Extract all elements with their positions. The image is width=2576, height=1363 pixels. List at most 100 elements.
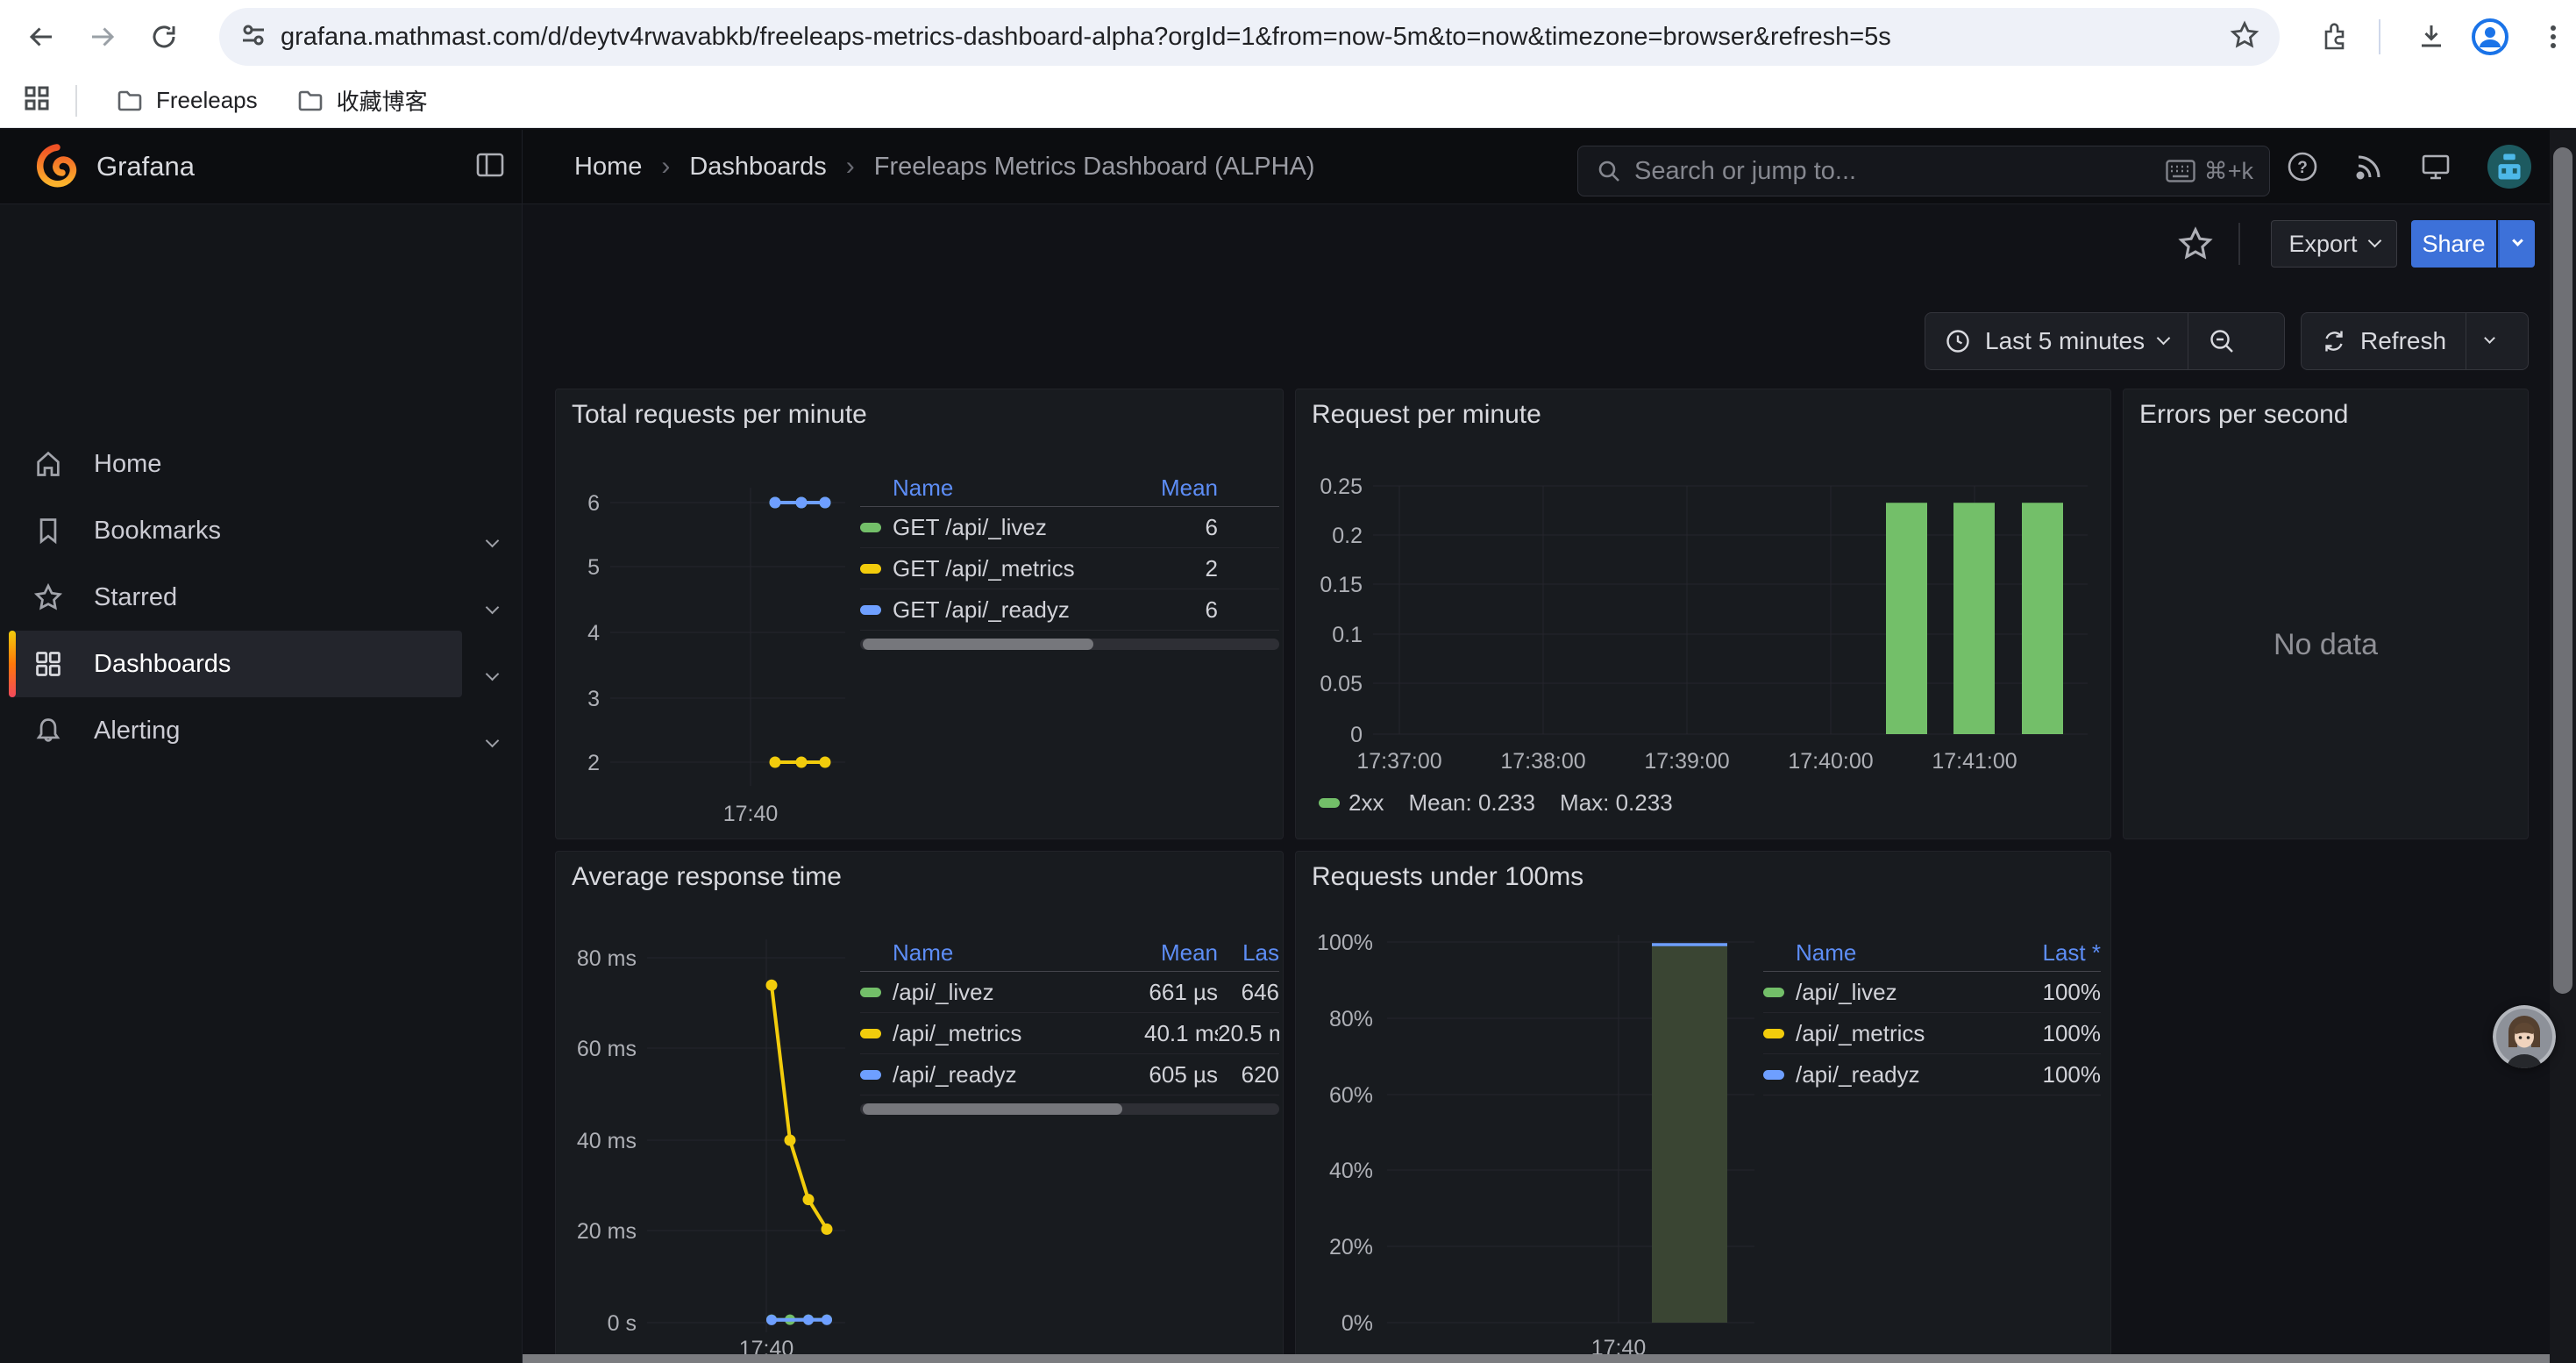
series-color-pill bbox=[860, 988, 881, 997]
sidebar-item-alerting[interactable]: Alerting bbox=[0, 697, 523, 764]
refresh-icon bbox=[2321, 328, 2347, 354]
refresh-button[interactable]: Refresh bbox=[2302, 313, 2466, 369]
series-color-pill bbox=[860, 564, 881, 574]
bar bbox=[1886, 503, 1927, 734]
grafana-logo[interactable] bbox=[33, 141, 81, 193]
bar-chart[interactable]: 0.250.20.150.10.05017:37:0017:38:0017:39… bbox=[1296, 389, 2111, 839]
legend-inline[interactable]: 2xx Mean: 0.233 Max: 0.233 bbox=[1319, 789, 1697, 817]
time-range-group: Last 5 minutes bbox=[1925, 312, 2285, 370]
data-point bbox=[766, 980, 778, 991]
series-value: 100% bbox=[2022, 1061, 2101, 1088]
series-color-pill bbox=[1763, 1029, 1784, 1038]
extensions-icon[interactable] bbox=[2312, 14, 2358, 60]
back-arrow-icon[interactable] bbox=[18, 14, 64, 60]
site-settings-icon[interactable] bbox=[238, 20, 268, 54]
series-color-pill bbox=[1763, 988, 1784, 997]
panel-title[interactable]: Total requests per minute bbox=[572, 400, 867, 430]
legend-row[interactable]: /api/_metrics100% bbox=[1763, 1013, 2101, 1054]
breadcrumb-home[interactable]: Home bbox=[574, 153, 642, 182]
profile-icon[interactable] bbox=[2467, 14, 2513, 60]
axis-tick: 20% bbox=[1329, 1235, 1373, 1260]
url-text: grafana.mathmast.com/d/deytv4rwavabkb/fr… bbox=[281, 23, 2229, 52]
legend-scrollbar[interactable] bbox=[860, 1103, 1279, 1115]
legend-header[interactable]: NameMeanLas bbox=[860, 935, 1279, 972]
legend-row[interactable]: /api/_readyz605 µs620 bbox=[860, 1054, 1279, 1095]
no-data-message: No data bbox=[2124, 628, 2528, 662]
forward-arrow-icon[interactable] bbox=[80, 14, 125, 60]
data-point bbox=[796, 497, 808, 509]
address-bar[interactable]: grafana.mathmast.com/d/deytv4rwavabkb/fr… bbox=[219, 8, 2280, 66]
series-label: /api/_readyz bbox=[1796, 1061, 2022, 1088]
legend-row[interactable]: GET /api/_readyz6 bbox=[860, 589, 1279, 631]
browser-toolbar: grafana.mathmast.com/d/deytv4rwavabkb/fr… bbox=[0, 0, 2576, 74]
chevron-down-icon[interactable] bbox=[487, 657, 497, 686]
chevron-down-icon[interactable] bbox=[487, 524, 497, 553]
export-button[interactable]: Export bbox=[2271, 220, 2397, 268]
bookmark-folder-freeleaps[interactable]: Freeleaps bbox=[116, 87, 258, 115]
bookmark-icon bbox=[33, 516, 63, 546]
panel-title[interactable]: Requests under 100ms bbox=[1312, 862, 1583, 892]
home-icon bbox=[33, 449, 63, 479]
legend-row[interactable]: /api/_livez661 µs646 bbox=[860, 972, 1279, 1013]
chevron-down-icon[interactable] bbox=[487, 590, 497, 619]
legend-row[interactable]: /api/_readyz100% bbox=[1763, 1054, 2101, 1095]
time-range-picker[interactable]: Last 5 minutes bbox=[1925, 313, 2188, 369]
refresh-interval-dropdown[interactable] bbox=[2466, 313, 2513, 369]
panel-title[interactable]: Average response time bbox=[572, 862, 842, 892]
reload-icon[interactable] bbox=[141, 14, 187, 60]
panel-title[interactable]: Errors per second bbox=[2139, 400, 2348, 430]
legend-row[interactable]: GET /api/_metrics2 bbox=[860, 548, 1279, 589]
apps-grid-icon[interactable] bbox=[23, 84, 51, 117]
screen-icon[interactable] bbox=[2413, 144, 2459, 189]
keyboard-icon bbox=[2166, 160, 2195, 182]
series-label: GET /api/_metrics bbox=[893, 555, 1144, 582]
sidebar-item-starred[interactable]: Starred bbox=[0, 564, 523, 631]
sidebar-item-home[interactable]: Home bbox=[0, 431, 523, 497]
panel-average-response-time: Average response time 80 ms60 ms40 ms20 … bbox=[555, 851, 1284, 1363]
legend-row[interactable]: /api/_livez100% bbox=[1763, 972, 2101, 1013]
sidebar-item-dashboards[interactable]: Dashboards bbox=[0, 631, 523, 697]
bookmark-folder-blogs[interactable]: 收藏博客 bbox=[296, 84, 428, 117]
series-label[interactable]: 2xx bbox=[1348, 789, 1384, 817]
breadcrumb-current: Freeleaps Metrics Dashboard (ALPHA) bbox=[874, 153, 1315, 182]
share-button[interactable]: Share bbox=[2411, 220, 2496, 268]
axis-tick: 17:38:00 bbox=[1500, 749, 1585, 774]
axis-tick: 100% bbox=[1317, 931, 1373, 955]
bar-chart[interactable]: 100%80%60%40%20%0%17:40 bbox=[1296, 852, 2111, 1363]
breadcrumb-dashboards[interactable]: Dashboards bbox=[689, 153, 826, 182]
legend-row[interactable]: GET /api/_livez6 bbox=[860, 507, 1279, 548]
data-point bbox=[803, 1315, 814, 1325]
sidebar-item-bookmarks[interactable]: Bookmarks bbox=[0, 497, 523, 564]
series-value: 646 bbox=[1218, 979, 1279, 1006]
panel-title[interactable]: Request per minute bbox=[1312, 400, 1541, 430]
sidebar: Home Bookmarks Starred Dashboards Alerti… bbox=[0, 204, 523, 1363]
legend-row[interactable]: /api/_metrics40.1 ms20.5 m bbox=[860, 1013, 1279, 1054]
help-icon[interactable]: ? bbox=[2280, 144, 2325, 189]
axis-tick: 3 bbox=[587, 687, 600, 711]
sidebar-toggle-icon[interactable] bbox=[473, 148, 507, 186]
axis-tick: 40 ms bbox=[577, 1129, 637, 1153]
star-dashboard-icon[interactable] bbox=[2176, 225, 2215, 268]
chevron-down-icon[interactable] bbox=[487, 724, 497, 753]
share-dropdown-button[interactable] bbox=[2498, 220, 2535, 268]
legend-scrollbar[interactable] bbox=[860, 639, 1279, 650]
user-avatar[interactable] bbox=[2487, 144, 2532, 189]
menu-kebab-icon[interactable] bbox=[2530, 14, 2576, 60]
active-item-accent-bar bbox=[9, 631, 16, 697]
search-placeholder: Search or jump to... bbox=[1634, 157, 1856, 186]
bookmark-star-icon[interactable] bbox=[2229, 19, 2260, 55]
zoom-out-time-button[interactable] bbox=[2188, 313, 2255, 369]
assistant-avatar[interactable] bbox=[2493, 1005, 2556, 1068]
series-label: /api/_livez bbox=[893, 979, 1144, 1006]
legend-header[interactable]: NameMean bbox=[860, 470, 1279, 507]
legend-header[interactable]: NameLast * bbox=[1763, 935, 2101, 972]
news-rss-icon[interactable] bbox=[2346, 144, 2392, 189]
download-icon[interactable] bbox=[2409, 14, 2454, 60]
search-input[interactable]: Search or jump to... ⌘+k bbox=[1577, 146, 2270, 196]
grafana-header: Grafana Home › Dashboards › Freeleaps Me… bbox=[0, 130, 2576, 204]
axis-tick: 0.1 bbox=[1332, 623, 1363, 647]
horizontal-scrollbar[interactable] bbox=[523, 1354, 2550, 1363]
breadcrumb: Home › Dashboards › Freeleaps Metrics Da… bbox=[574, 130, 1315, 203]
apps-grid-icon bbox=[33, 649, 63, 679]
window-scrollbar-thumb[interactable] bbox=[2553, 147, 2572, 994]
